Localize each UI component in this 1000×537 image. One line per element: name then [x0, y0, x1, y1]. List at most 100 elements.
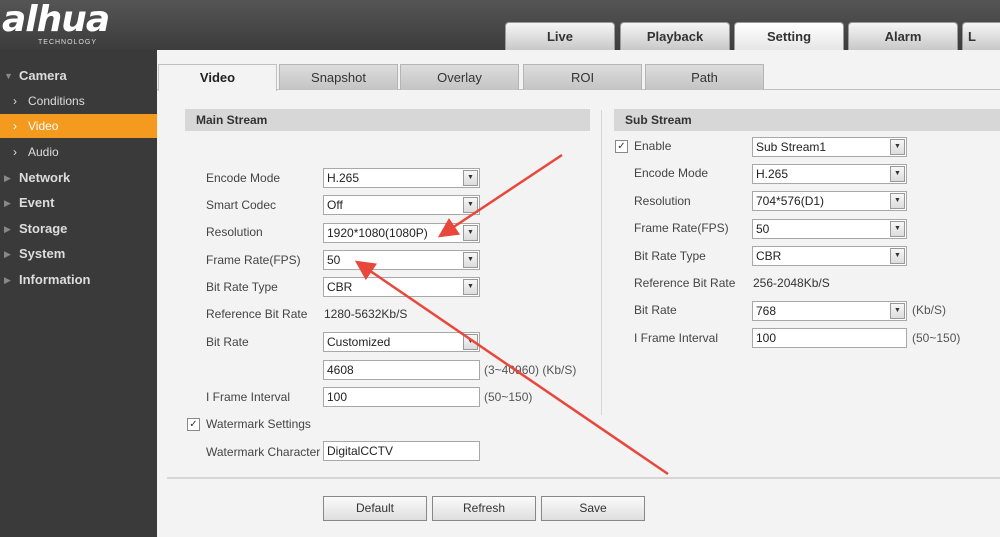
encode-mode-label: Encode Mode	[206, 171, 281, 185]
watermark-settings-label: Watermark Settings	[206, 417, 311, 431]
sidebar-item-conditions[interactable]: › Conditions	[0, 89, 157, 113]
sidebar-item-event[interactable]: ▶ Event	[0, 191, 157, 215]
iframe-interval-hint: (50~150)	[484, 390, 533, 404]
dropdown-arrow-icon: ▼	[463, 197, 478, 213]
resolution-label: Resolution	[206, 225, 263, 239]
sidebar-item-storage[interactable]: ▶ Storage	[0, 217, 157, 241]
resolution-select[interactable]: 1920*1080(1080P) ▼	[323, 223, 480, 243]
frame-rate-select[interactable]: 50 ▼	[323, 250, 480, 270]
chevron-right-icon: ›	[13, 145, 17, 159]
chevron-right-icon: ›	[13, 119, 17, 133]
expand-right-icon: ▶	[4, 275, 11, 285]
select-value: 50	[756, 222, 770, 236]
sub-bit-rate-label: Bit Rate	[634, 303, 677, 317]
sub-stream-header: Sub Stream	[614, 109, 1000, 131]
encode-mode-select[interactable]: H.265 ▼	[323, 168, 480, 188]
bit-rate-mode-select[interactable]: Customized ▼	[323, 332, 480, 352]
sidebar-item-label: Camera	[19, 68, 67, 83]
sidebar-item-information[interactable]: ▶ Information	[0, 268, 157, 292]
default-button[interactable]: Default	[323, 496, 427, 521]
enable-checkbox[interactable]: ✓	[615, 140, 628, 153]
sidebar-item-label: Network	[19, 170, 71, 185]
sub-stream-select[interactable]: Sub Stream1 ▼	[752, 137, 907, 157]
sub-bit-rate-select[interactable]: 768 ▼	[752, 301, 907, 321]
sidebar-item-system[interactable]: ▶ System	[0, 242, 157, 266]
sub-iframe-interval-input[interactable]: 100	[752, 328, 907, 348]
frame-rate-label: Frame Rate(FPS)	[206, 253, 301, 267]
dropdown-arrow-icon: ▼	[463, 252, 478, 268]
sub-encode-mode-select[interactable]: H.265 ▼	[752, 164, 907, 184]
sub-resolution-label: Resolution	[634, 194, 691, 208]
select-value: Customized	[327, 335, 391, 349]
select-value: Sub Stream1	[756, 140, 827, 154]
tab-path[interactable]: Path	[645, 64, 764, 90]
sidebar-item-camera[interactable]: ▼ Camera	[0, 64, 157, 88]
bit-rate-input[interactable]: 4608	[323, 360, 480, 380]
sidebar-item-label: Event	[19, 195, 55, 210]
smart-codec-label: Smart Codec	[206, 198, 277, 212]
dropdown-arrow-icon: ▼	[890, 303, 905, 319]
bit-rate-label: Bit Rate	[206, 335, 249, 349]
sub-encode-mode-label: Encode Mode	[634, 166, 709, 180]
watermark-checkbox[interactable]: ✓	[187, 418, 200, 431]
sidebar-item-video[interactable]: › Video	[0, 114, 157, 138]
tab-playback[interactable]: Playback	[620, 22, 730, 50]
sub-iframe-interval-hint: (50~150)	[912, 331, 961, 345]
dropdown-arrow-icon: ▼	[890, 193, 905, 209]
dropdown-arrow-icon: ▼	[463, 279, 478, 295]
stream-divider	[601, 110, 602, 415]
reference-bit-rate-label: Reference Bit Rate	[206, 307, 308, 321]
sub-bit-rate-type-label: Bit Rate Type	[634, 249, 706, 263]
expand-right-icon: ▶	[4, 198, 11, 208]
content-panel: Video Snapshot Overlay ROI Path Main Str…	[157, 50, 1000, 537]
dropdown-arrow-icon: ▼	[463, 225, 478, 241]
watermark-character-label: Watermark Character	[206, 445, 321, 459]
tab-roi[interactable]: ROI	[523, 64, 642, 90]
tab-logout[interactable]: L	[962, 22, 1000, 50]
expand-right-icon: ▶	[4, 173, 11, 183]
sidebar-item-label: Information	[19, 272, 91, 287]
sub-bit-rate-unit: (Kb/S)	[912, 303, 947, 317]
sub-frame-rate-label: Frame Rate(FPS)	[634, 221, 729, 235]
sub-bit-rate-type-select[interactable]: CBR ▼	[752, 246, 907, 266]
tab-alarm[interactable]: Alarm	[848, 22, 958, 50]
sidebar-item-audio[interactable]: › Audio	[0, 140, 157, 164]
select-value: H.265	[756, 167, 789, 181]
select-value: 50	[327, 253, 341, 267]
bit-rate-type-label: Bit Rate Type	[206, 280, 278, 294]
select-value: 768	[756, 304, 777, 318]
dropdown-arrow-icon: ▼	[463, 334, 478, 350]
select-value: 1920*1080(1080P)	[327, 226, 428, 240]
bit-rate-type-select[interactable]: CBR ▼	[323, 277, 480, 297]
watermark-character-input[interactable]: DigitalCCTV	[323, 441, 480, 461]
sub-resolution-select[interactable]: 704*576(D1) ▼	[752, 191, 907, 211]
save-button[interactable]: Save	[541, 496, 645, 521]
tab-snapshot[interactable]: Snapshot	[279, 64, 398, 90]
sidebar: ▼ Camera › Conditions › Video › Audio ▶ …	[0, 50, 157, 537]
expand-right-icon: ▶	[4, 249, 11, 259]
iframe-interval-input[interactable]: 100	[323, 387, 480, 407]
tab-overlay[interactable]: Overlay	[400, 64, 519, 90]
sub-reference-bit-rate-label: Reference Bit Rate	[634, 276, 736, 290]
smart-codec-select[interactable]: Off ▼	[323, 195, 480, 215]
enable-label: Enable	[634, 139, 672, 153]
sub-frame-rate-select[interactable]: 50 ▼	[752, 219, 907, 239]
sidebar-item-label: Conditions	[28, 94, 85, 108]
tab-setting[interactable]: Setting	[734, 22, 844, 50]
dropdown-arrow-icon: ▼	[890, 248, 905, 264]
tab-live[interactable]: Live	[505, 22, 615, 50]
sidebar-item-label: Audio	[28, 145, 59, 159]
sub-iframe-interval-label: I Frame Interval	[634, 331, 719, 345]
sidebar-item-network[interactable]: ▶ Network	[0, 166, 157, 190]
reference-bit-rate-value: 1280-5632Kb/S	[324, 307, 408, 321]
tab-video[interactable]: Video	[158, 64, 277, 91]
select-value: H.265	[327, 171, 360, 185]
sidebar-item-label: Video	[28, 119, 59, 133]
logo-text: alhua	[2, 0, 110, 40]
expand-right-icon: ▶	[4, 224, 11, 234]
dropdown-arrow-icon: ▼	[890, 221, 905, 237]
top-header: alhua TECHNOLOGY Live Playback Setting A…	[0, 0, 1000, 50]
brand-logo: alhua TECHNOLOGY	[2, 0, 110, 47]
refresh-button[interactable]: Refresh	[432, 496, 536, 521]
sidebar-item-label: Storage	[19, 221, 68, 236]
